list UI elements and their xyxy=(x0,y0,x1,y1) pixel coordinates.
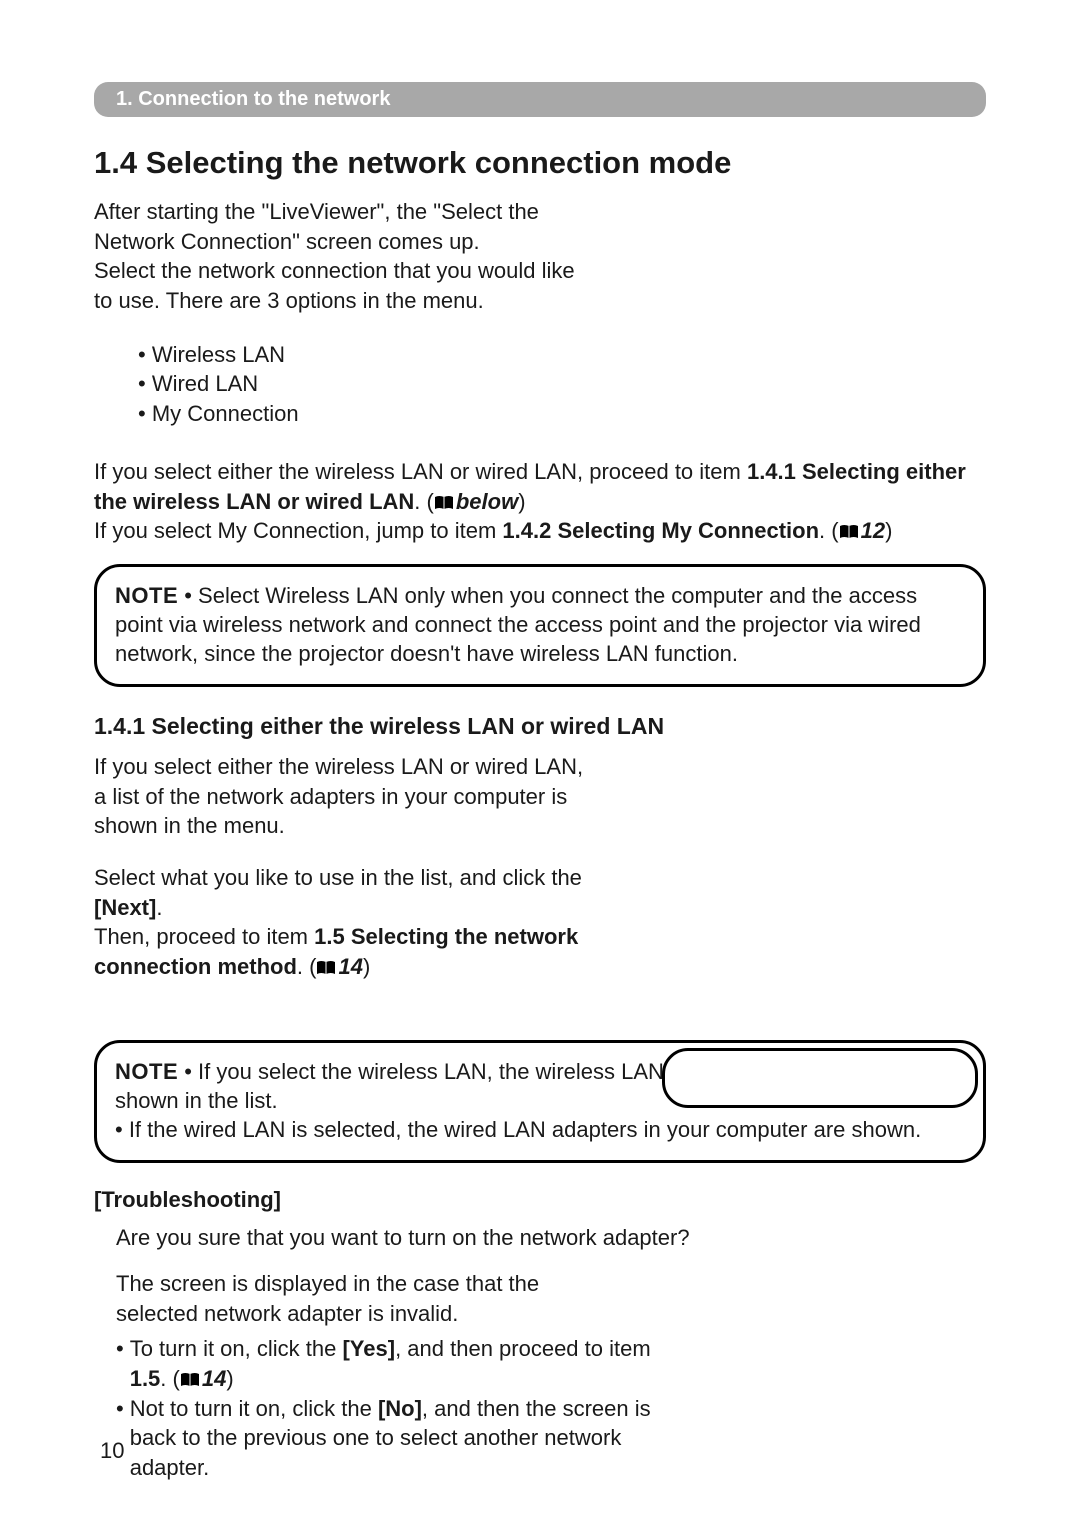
option-my-connection: My Connection xyxy=(138,399,986,429)
text: ) xyxy=(226,1366,233,1391)
next-button-label: [Next] xyxy=(94,895,156,920)
book-icon xyxy=(180,1372,200,1388)
intro-line: Network Connection" screen comes up. xyxy=(94,229,480,254)
subsection-intro: If you select either the wireless LAN or… xyxy=(94,752,634,841)
paragraph-selection-guidance: If you select either the wireless LAN or… xyxy=(94,457,986,546)
book-icon xyxy=(316,960,336,976)
text: . ( xyxy=(414,489,434,514)
yes-button-label: [Yes] xyxy=(342,1336,395,1361)
subsection-title: 1.4.1 Selecting either the wireless LAN … xyxy=(94,713,986,740)
note-text: • If the wired LAN is selected, the wire… xyxy=(115,1117,921,1142)
text: ) xyxy=(363,954,370,979)
note-box: NOTE • Select Wireless LAN only when you… xyxy=(94,564,986,687)
troubleshooting-heading: [Troubleshooting] xyxy=(94,1187,986,1213)
troubleshooting-question: Are you sure that you want to turn on th… xyxy=(116,1225,986,1251)
troubleshooting-item: • Not to turn it on, click the [No], and… xyxy=(116,1394,676,1483)
text-line: shown in the menu. xyxy=(94,813,285,838)
page-reference: 12 xyxy=(861,518,885,543)
chapter-bar: 1. Connection to the network xyxy=(94,82,986,117)
text-line: If you select either the wireless LAN or… xyxy=(94,754,583,779)
option-wired-lan: Wired LAN xyxy=(138,369,986,399)
intro-line: Select the network connection that you w… xyxy=(94,258,575,283)
text-bold: 1.5 xyxy=(130,1366,161,1391)
text-bold: 1.4.2 Selecting My Connection xyxy=(502,518,819,543)
intro-paragraph: After starting the "LiveViewer", the "Se… xyxy=(94,197,654,316)
page-reference: 14 xyxy=(202,1366,226,1391)
options-list: Wireless LAN Wired LAN My Connection xyxy=(138,340,986,429)
section-title: 1.4 Selecting the network connection mod… xyxy=(94,145,986,181)
intro-line: to use. There are 3 options in the menu. xyxy=(94,288,484,313)
troubleshooting-list: • To turn it on, click the [Yes], and th… xyxy=(116,1334,676,1482)
text-line: selected network adapter is invalid. xyxy=(116,1301,458,1326)
troubleshooting-body: The screen is displayed in the case that… xyxy=(116,1269,656,1328)
text: . xyxy=(156,895,162,920)
no-button-label: [No] xyxy=(378,1396,422,1421)
page-number: 10 xyxy=(100,1438,124,1464)
figure-placeholder xyxy=(662,1048,978,1108)
page-reference: 14 xyxy=(338,954,362,979)
text: ) xyxy=(518,489,525,514)
text: If you select either the wireless LAN or… xyxy=(94,459,747,484)
text: ) xyxy=(885,518,892,543)
option-wireless-lan: Wireless LAN xyxy=(138,340,986,370)
text: Select what you like to use in the list,… xyxy=(94,865,582,890)
text: , and then proceed to item xyxy=(395,1336,651,1361)
note-label: NOTE xyxy=(115,1059,178,1084)
book-icon xyxy=(839,524,859,540)
text: Then, proceed to item xyxy=(94,924,314,949)
text: If you select My Connection, jump to ite… xyxy=(94,518,502,543)
note-label: NOTE xyxy=(115,583,178,608)
text: . ( xyxy=(297,954,317,979)
text-line: The screen is displayed in the case that… xyxy=(116,1271,539,1296)
text: Not to turn it on, click the xyxy=(130,1396,378,1421)
troubleshooting-item: • To turn it on, click the [Yes], and th… xyxy=(116,1334,676,1393)
text: . ( xyxy=(819,518,839,543)
text: . ( xyxy=(160,1366,180,1391)
subsection-paragraph: Select what you like to use in the list,… xyxy=(94,863,634,982)
intro-line: After starting the "LiveViewer", the "Se… xyxy=(94,199,539,224)
note-text: • Select Wireless LAN only when you conn… xyxy=(115,583,921,666)
text-line: a list of the network adapters in your c… xyxy=(94,784,567,809)
book-icon xyxy=(434,495,454,511)
page-reference: below xyxy=(456,489,518,514)
bullet: • xyxy=(116,1334,130,1393)
text: To turn it on, click the xyxy=(130,1336,343,1361)
